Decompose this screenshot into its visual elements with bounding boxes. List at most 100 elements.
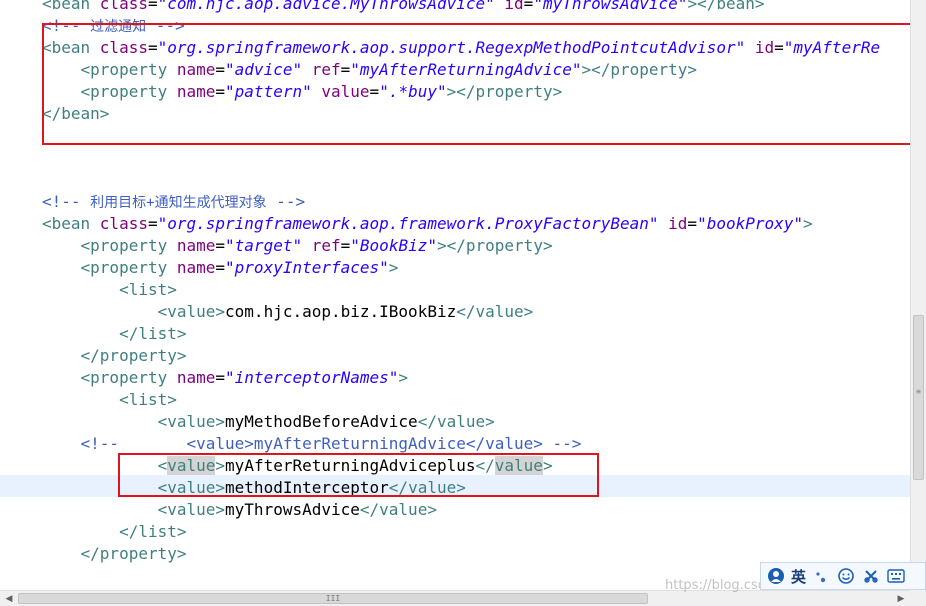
code-token: "org.springframework.aop.framework.Proxy…	[157, 214, 659, 233]
emoji-icon[interactable]	[836, 566, 856, 586]
code-token: "interceptorNames"	[225, 368, 399, 387]
code-token: name	[176, 258, 216, 277]
code-token: </value>	[359, 500, 437, 519]
tools-icon[interactable]	[861, 566, 881, 586]
keyboard-icon[interactable]	[886, 566, 906, 586]
code-token: "target"	[225, 236, 303, 255]
code-token: >	[803, 214, 813, 233]
scroll-left-arrow-icon[interactable]: ◀	[2, 593, 16, 605]
vertical-scroll-thumb[interactable]: ≡	[913, 315, 924, 480]
code-token: id	[504, 0, 524, 13]
code-editor[interactable]: <bean class="com.hjc.aop.advice.MyThrows…	[0, 0, 910, 590]
code-token: ></bean>	[687, 0, 765, 13]
code-token: <bean	[42, 0, 100, 13]
scrollbar-corner	[910, 590, 926, 606]
code-token: myMethodBeforeAdvice	[225, 412, 418, 431]
code-token: <!-- <value>myAfterReturningAdvice</valu…	[80, 434, 582, 453]
code-token: =	[523, 0, 534, 13]
annotation-box-advisor-bean	[42, 23, 910, 145]
punctuation-icon[interactable]	[811, 566, 831, 586]
code-token: </property>	[80, 346, 187, 365]
scroll-grip-icon: ≡	[916, 387, 921, 396]
code-token: <value>	[157, 500, 226, 519]
code-token: <value>	[157, 412, 226, 431]
code-token: 利用目标+通知生成代理对象	[90, 195, 267, 211]
code-line: <bean class="com.hjc.aop.advice.MyThrows…	[42, 0, 765, 15]
code-line: <!-- 利用目标+通知生成代理对象 -->	[42, 191, 305, 213]
code-token: <property	[80, 258, 177, 277]
code-token: <property	[80, 368, 177, 387]
code-token: "com.hjc.aop.advice.MyThrowsAdvice"	[157, 0, 495, 13]
code-token: <list>	[119, 390, 177, 409]
code-token: =	[215, 236, 226, 255]
code-token: myThrowsAdvice	[225, 500, 360, 519]
code-token: =	[687, 214, 698, 233]
code-line: <list>	[42, 279, 177, 301]
horizontal-scroll-thumb[interactable]: III	[18, 593, 648, 604]
code-token: "proxyInterfaces"	[225, 258, 389, 277]
code-token: ></property>	[436, 236, 553, 255]
code-line: <value>myMethodBeforeAdvice</value>	[42, 411, 495, 433]
code-token: </value>	[417, 412, 495, 431]
code-token: </list>	[119, 522, 187, 541]
code-token: "BookBiz"	[350, 236, 437, 255]
code-token: <!--	[42, 192, 91, 211]
code-token: </list>	[119, 324, 187, 343]
code-line: </property>	[42, 345, 187, 367]
code-line: <property name="proxyInterfaces">	[42, 257, 399, 279]
code-token: -->	[266, 192, 306, 211]
code-token: class	[99, 0, 148, 13]
code-token: </property>	[80, 544, 187, 563]
code-line: </list>	[42, 323, 187, 345]
code-token: name	[176, 368, 216, 387]
code-line: <property name="target" ref="BookBiz"></…	[42, 235, 553, 257]
code-token: </value>	[456, 302, 534, 321]
annotation-box-interceptor-values	[118, 453, 599, 497]
code-token: <bean	[42, 214, 100, 233]
code-token: "myThrowsAdvice"	[533, 0, 688, 13]
vertical-scrollbar[interactable]: ≡	[910, 0, 926, 590]
code-line: </list>	[42, 521, 187, 543]
code-line: <list>	[42, 389, 177, 411]
code-token: <list>	[119, 280, 177, 299]
code-token: class	[99, 214, 148, 233]
code-token: =	[215, 368, 226, 387]
scroll-right-arrow-icon[interactable]: ▶	[894, 593, 908, 605]
horizontal-scrollbar[interactable]: ◀ III ▶	[0, 590, 910, 606]
code-line: <bean class = "org.springframework.aop.fra…	[42, 213, 813, 235]
ime-toolbar[interactable]: 英	[760, 562, 926, 590]
code-token: name	[176, 236, 216, 255]
code-token: >	[398, 368, 409, 387]
ime-logo-icon[interactable]	[766, 566, 786, 586]
code-token: <value>	[157, 302, 226, 321]
code-token: ref	[311, 236, 341, 255]
ime-language-label[interactable]: 英	[791, 566, 806, 587]
code-token: =	[340, 236, 351, 255]
code-token: =	[147, 0, 158, 13]
code-line: <value>myThrowsAdvice</value>	[42, 499, 437, 521]
code-token: com.hjc.aop.biz.IBookBiz	[225, 302, 457, 321]
code-line: </property>	[42, 543, 187, 565]
code-token: <property	[80, 236, 177, 255]
code-token: "bookProxy"	[697, 214, 804, 233]
code-line: <value>com.hjc.aop.biz.IBookBiz</value>	[42, 301, 534, 323]
code-token: =	[215, 258, 226, 277]
code-line: <property name="interceptorNames">	[42, 367, 409, 389]
code-line: <!-- <value>myAfterReturningAdvice</valu…	[42, 433, 582, 455]
